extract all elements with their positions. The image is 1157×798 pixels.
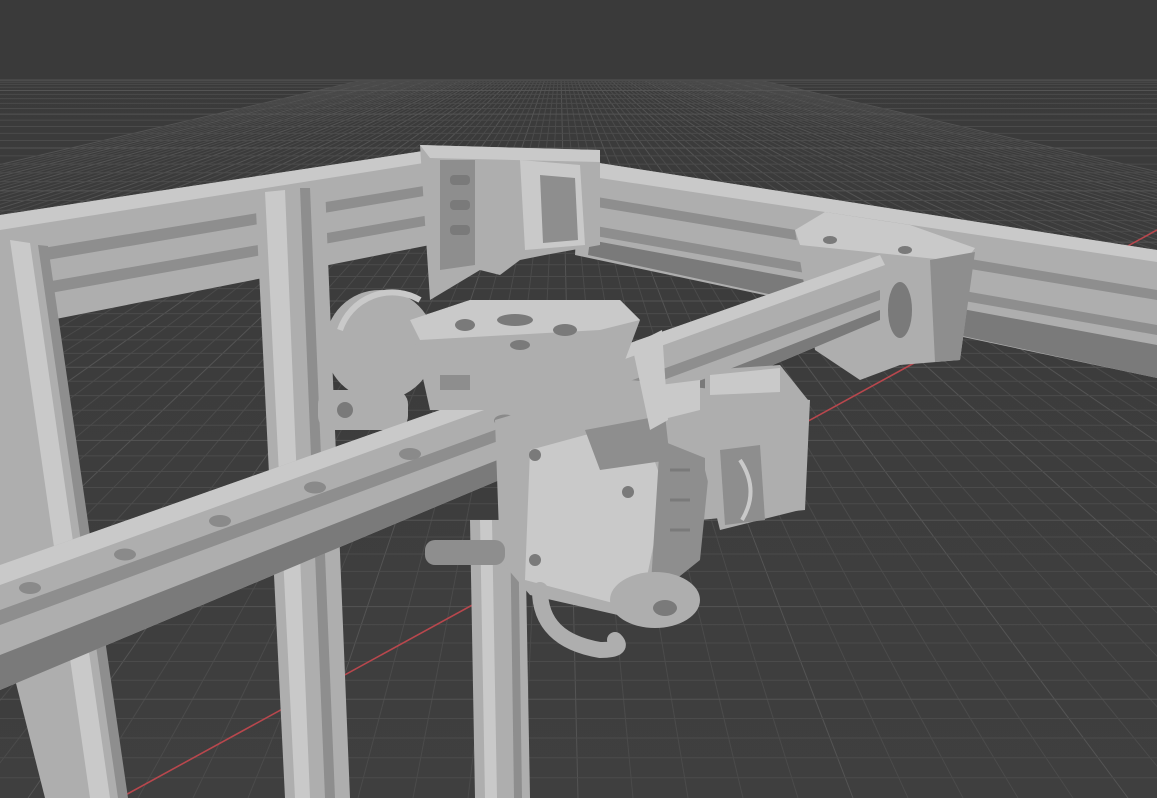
rail-hole [304, 481, 326, 494]
rail-hole [399, 448, 421, 460]
rail-hole [19, 582, 41, 594]
3d-viewport[interactable] [0, 0, 1157, 798]
viewport-canvas[interactable] [0, 0, 1157, 798]
rail-hole [114, 548, 136, 561]
rail-hole [209, 515, 231, 527]
